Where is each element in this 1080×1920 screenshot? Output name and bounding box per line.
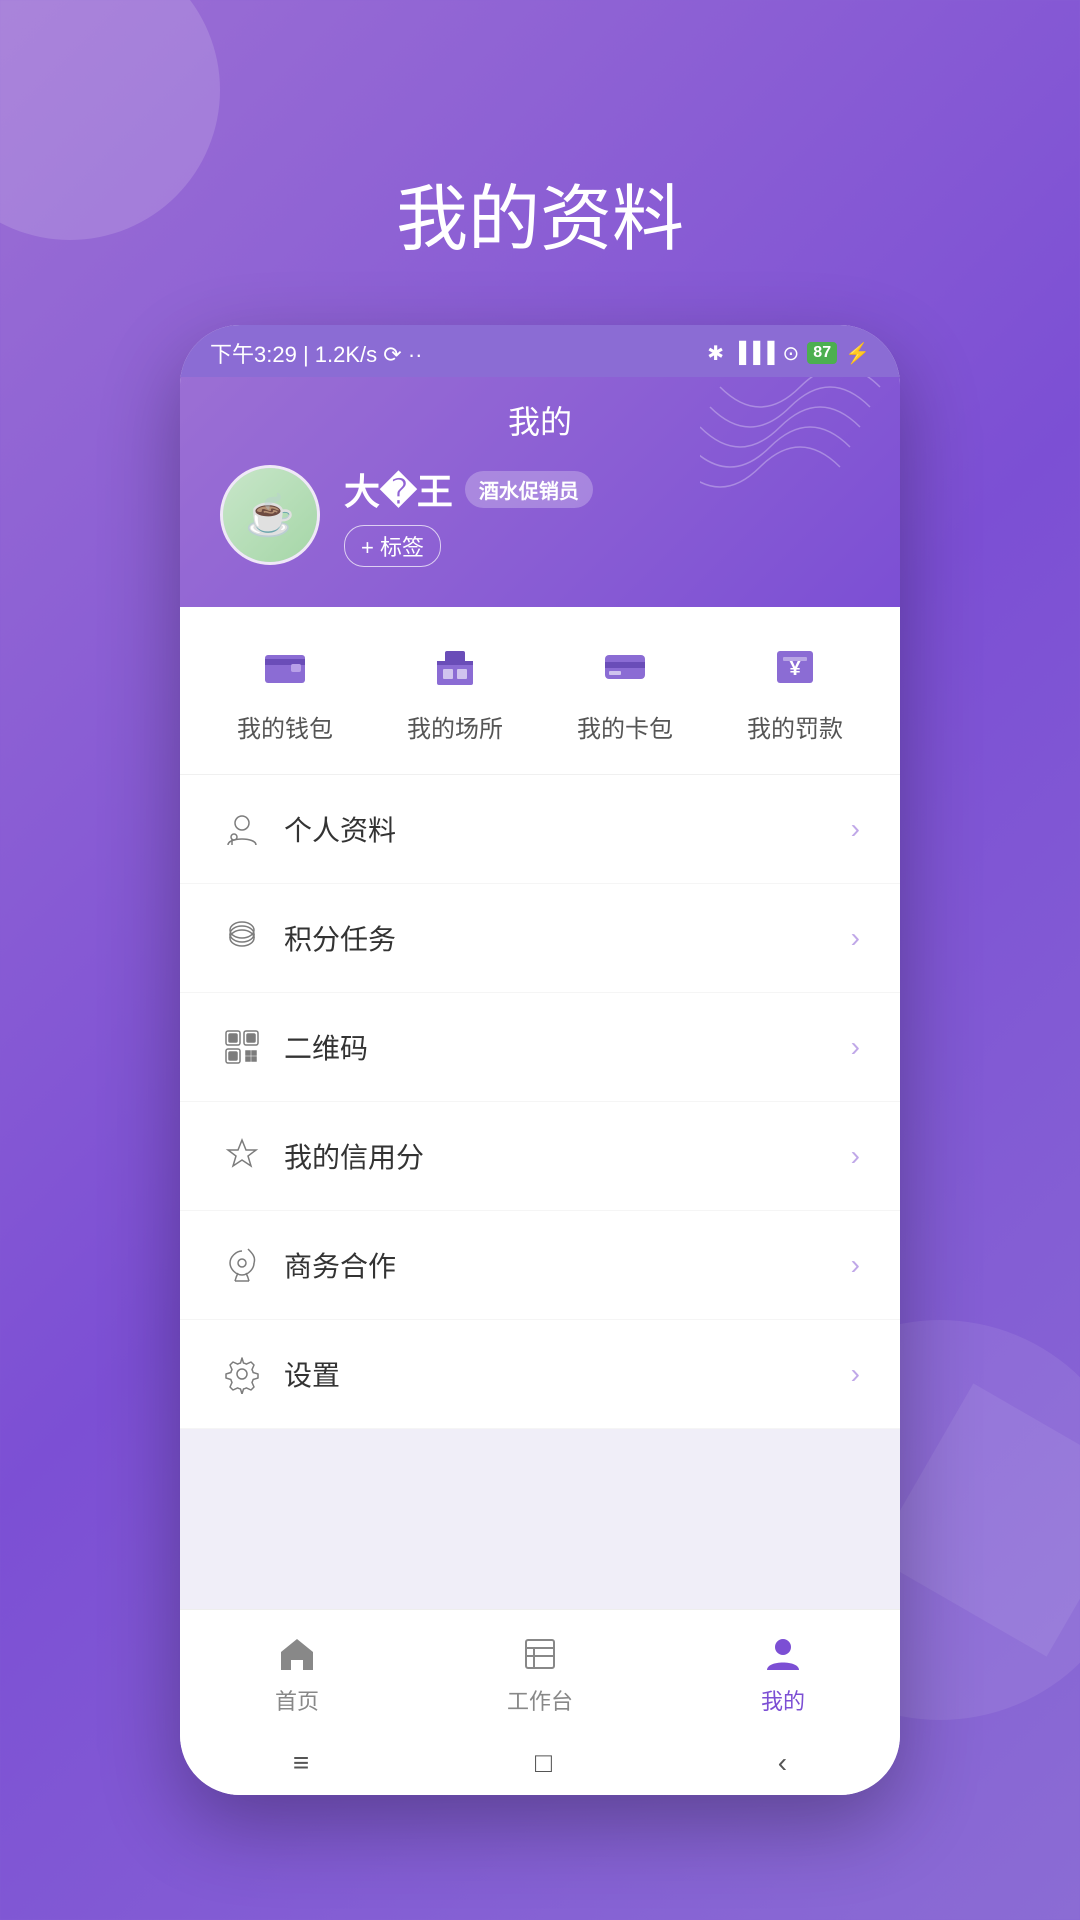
quick-item-venue[interactable]: 我的场所 [407, 637, 503, 744]
nav-item-home[interactable]: 首页 [273, 1630, 321, 1716]
home-nav-icon [273, 1630, 321, 1678]
quick-item-wallet[interactable]: 我的钱包 [237, 637, 333, 744]
menu-item-profile[interactable]: 个人资料 › [180, 775, 900, 884]
business-icon [220, 1243, 264, 1287]
status-time: 下午3:29 [210, 342, 297, 367]
business-text: 商务合作 [284, 1245, 831, 1285]
venue-label: 我的场所 [407, 709, 503, 744]
status-bar: 下午3:29 | 1.2K/s ⟳ ·· ✱ ▐▐▐ ⊙ 87 ⚡ [180, 325, 900, 377]
role-badge: 酒水促销员 [465, 471, 593, 508]
nav-item-workbench[interactable]: 工作台 [507, 1630, 573, 1716]
charge-icon: ⚡ [845, 341, 870, 366]
quick-item-fine[interactable]: ¥ 我的罚款 [747, 637, 843, 744]
status-network: 1.2K/s [315, 342, 377, 367]
settings-icon [220, 1352, 264, 1396]
menu-item-qrcode[interactable]: 二维码 › [180, 993, 900, 1102]
status-icons: ✱ ▐▐▐ ⊙ 87 ⚡ [707, 341, 870, 366]
qrcode-text: 二维码 [284, 1027, 831, 1067]
points-icon [220, 916, 264, 960]
profile-arrow: › [851, 813, 860, 845]
bottom-nav: 首页 工作台 我的 [180, 1609, 900, 1731]
menu-item-business[interactable]: 商务合作 › [180, 1211, 900, 1320]
battery-indicator: 87 [807, 342, 837, 364]
profile-text: 个人资料 [284, 809, 831, 849]
tag-button[interactable]: + 标签 [344, 525, 441, 567]
header-wave-decoration [700, 377, 900, 497]
wallet-icon [255, 637, 315, 697]
settings-text: 设置 [284, 1354, 831, 1394]
card-icon [595, 637, 655, 697]
bluetooth-icon: ✱ [707, 341, 724, 366]
wallet-label: 我的钱包 [237, 709, 333, 744]
system-back-button[interactable]: ‹ [778, 1747, 787, 1779]
profile-header: 我的 ☕ 大�王 酒水促销员 + 标签 [180, 377, 900, 607]
page-title: 我的资料 [396, 160, 684, 265]
credit-text: 我的信用分 [284, 1136, 831, 1176]
bottom-area [180, 1429, 900, 1609]
bg-decoration-circle-top [0, 0, 220, 240]
menu-item-credit[interactable]: 我的信用分 › [180, 1102, 900, 1211]
points-text: 积分任务 [284, 918, 831, 958]
fine-icon: ¥ [765, 637, 825, 697]
credit-icon [220, 1134, 264, 1178]
mine-nav-label: 我的 [761, 1684, 805, 1716]
settings-arrow: › [851, 1358, 860, 1390]
menu-item-settings[interactable]: 设置 › [180, 1320, 900, 1429]
workbench-nav-label: 工作台 [507, 1684, 573, 1716]
fine-label: 我的罚款 [747, 709, 843, 744]
workbench-nav-icon [516, 1630, 564, 1678]
mine-nav-icon [759, 1630, 807, 1678]
card-label: 我的卡包 [577, 709, 673, 744]
quick-item-card[interactable]: 我的卡包 [577, 637, 673, 744]
home-nav-label: 首页 [275, 1684, 319, 1716]
svg-text:¥: ¥ [789, 658, 801, 680]
qrcode-arrow: › [851, 1031, 860, 1063]
profile-icon [220, 807, 264, 851]
status-time-network: 下午3:29 | 1.2K/s ⟳ ·· [210, 337, 422, 369]
credit-arrow: › [851, 1140, 860, 1172]
phone-frame: 下午3:29 | 1.2K/s ⟳ ·· ✱ ▐▐▐ ⊙ 87 ⚡ 我的 ☕ [180, 325, 900, 1795]
system-home-button[interactable]: □ [535, 1747, 552, 1779]
menu-item-points[interactable]: 积分任务 › [180, 884, 900, 993]
user-name: 大�王 [344, 463, 453, 515]
avatar-image: ☕ [223, 468, 317, 562]
avatar: ☕ [220, 465, 320, 565]
nav-item-mine[interactable]: 我的 [759, 1630, 807, 1716]
signal-icon: ▐▐▐ [732, 342, 775, 365]
business-arrow: › [851, 1249, 860, 1281]
qrcode-icon [220, 1025, 264, 1069]
quick-menu: 我的钱包 我的场所 我的卡包 [180, 607, 900, 775]
wifi-icon: ⊙ [783, 341, 800, 366]
venue-icon [425, 637, 485, 697]
points-arrow: › [851, 922, 860, 954]
system-nav-bar: ≡ □ ‹ [180, 1731, 900, 1795]
system-menu-button[interactable]: ≡ [293, 1747, 309, 1779]
menu-list: 个人资料 › 积分任务 › [180, 775, 900, 1429]
